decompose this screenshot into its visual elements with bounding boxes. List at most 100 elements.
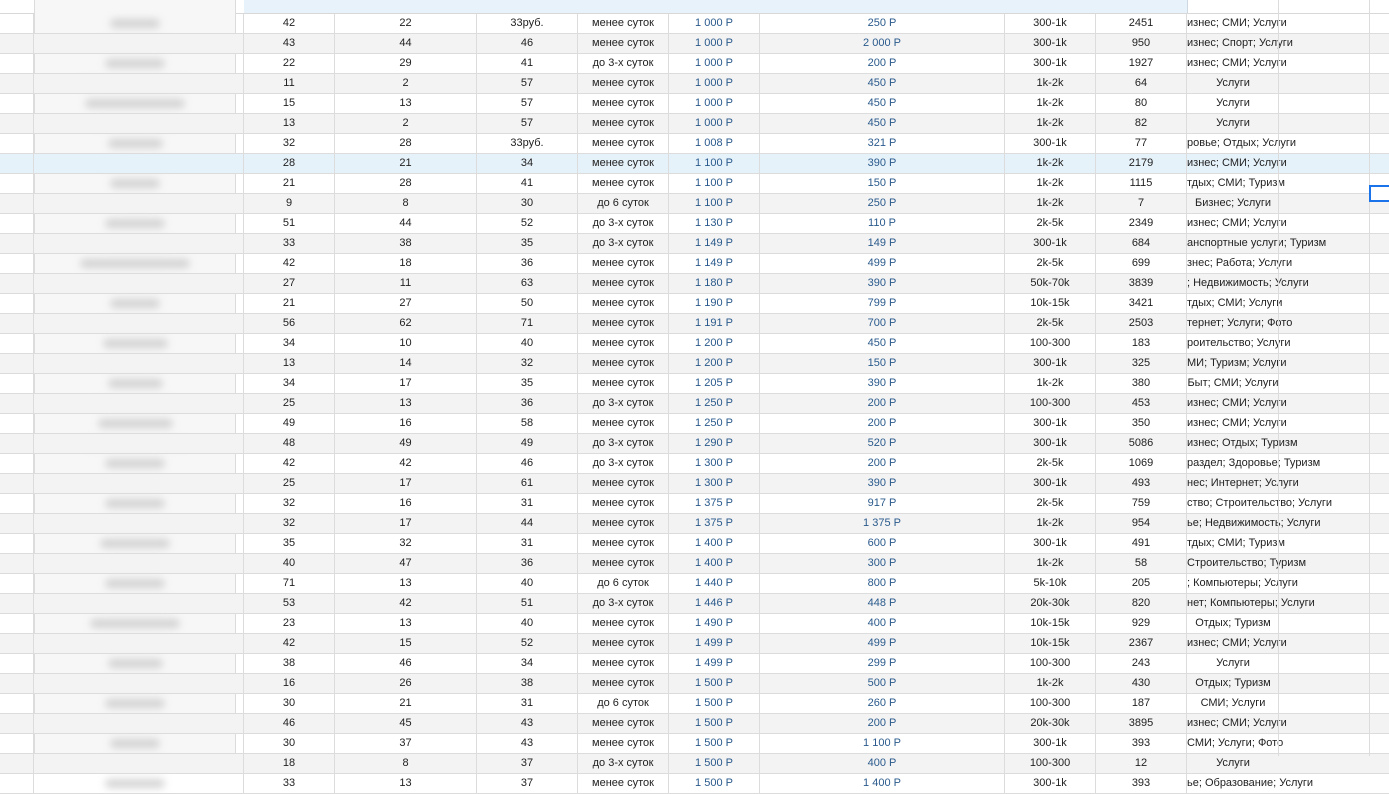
empty-cell[interactable] bbox=[1279, 194, 1369, 213]
cell-c[interactable]: 38 bbox=[477, 674, 578, 693]
cell-d[interactable]: менее суток bbox=[578, 94, 669, 113]
cell-reach[interactable]: 10k-15k bbox=[1005, 614, 1096, 633]
cell-c[interactable]: 36 bbox=[477, 394, 578, 413]
table-row[interactable]: 25 13 36 до 3-х суток 1 250 Р 200 Р 100-300 453… bbox=[0, 394, 1389, 414]
cell-a[interactable]: 11 bbox=[244, 74, 335, 93]
cell-c[interactable]: 40 bbox=[477, 574, 578, 593]
cell-cats[interactable]: СМИ; Услуги; Фото bbox=[1187, 734, 1283, 753]
cell-b[interactable]: 17 bbox=[335, 474, 477, 493]
header-cell[interactable] bbox=[244, 0, 336, 13]
cell-price[interactable]: 1 191 Р bbox=[669, 314, 760, 333]
cell-reach[interactable]: 100-300 bbox=[1005, 754, 1096, 773]
cell-reach[interactable]: 300-1k bbox=[1005, 414, 1096, 433]
cell-reach[interactable]: 1k-2k bbox=[1005, 154, 1096, 173]
table-row[interactable]: 32 17 44 менее суток 1 375 Р1 375 Р 1k-2k 954 ь… bbox=[0, 514, 1389, 534]
cell-cats[interactable]: Услуги bbox=[1187, 74, 1279, 93]
cell-price[interactable]: 1 250 Р bbox=[669, 394, 760, 413]
cell-a[interactable]: 33 bbox=[244, 234, 335, 253]
cell-reach[interactable]: 1k-2k bbox=[1005, 94, 1096, 113]
cell-min[interactable]: 450 Р bbox=[760, 94, 1005, 113]
empty-cell[interactable] bbox=[1279, 654, 1369, 673]
cell-count[interactable]: 2179 bbox=[1096, 154, 1187, 173]
cell-cats[interactable]: Услуги bbox=[1187, 94, 1279, 113]
cell-min[interactable]: 600 Р bbox=[760, 534, 1005, 553]
cell-min[interactable]: 1 400 Р bbox=[760, 774, 1005, 793]
cell-reach[interactable]: 300-1k bbox=[1005, 474, 1096, 493]
table-row[interactable]: 42 18 36 менее суток 1 149 Р 499 Р 2k-5k 699 зне… bbox=[0, 254, 1389, 274]
cell-reach[interactable]: 2k-5k bbox=[1005, 314, 1096, 333]
cell-price[interactable]: 1 000 Р bbox=[669, 14, 760, 33]
cell-c[interactable]: 40 bbox=[477, 614, 578, 633]
cell-b[interactable]: 18 bbox=[335, 254, 477, 273]
cell-c[interactable]: 36 bbox=[477, 254, 578, 273]
cell-count[interactable]: 350 bbox=[1096, 414, 1187, 433]
row-gutter-cell[interactable] bbox=[0, 754, 34, 773]
cell-count[interactable]: 77 bbox=[1096, 134, 1187, 153]
cell-cats[interactable]: изнес; СМИ; Услуги bbox=[1187, 14, 1287, 33]
table-row[interactable]: 22 29 41 до 3-х суток 1 000 Р 200 Р 300-1k 1927… bbox=[0, 54, 1389, 74]
cell-c[interactable]: 43 bbox=[477, 714, 578, 733]
cell-reach[interactable]: 2k-5k bbox=[1005, 454, 1096, 473]
row-gutter-cell[interactable] bbox=[0, 254, 34, 273]
cell-d[interactable]: менее суток bbox=[578, 534, 669, 553]
header-cell[interactable] bbox=[477, 0, 579, 13]
cell-b[interactable]: 32 bbox=[335, 534, 477, 553]
cell-reach[interactable]: 10k-15k bbox=[1005, 634, 1096, 653]
cell-cats[interactable]: Быт; СМИ; Услуги bbox=[1187, 374, 1279, 393]
row-gutter-cell[interactable] bbox=[0, 654, 34, 673]
cell-min[interactable]: 500 Р bbox=[760, 674, 1005, 693]
cell-a[interactable]: 27 bbox=[244, 274, 335, 293]
empty-cell[interactable] bbox=[1279, 34, 1369, 53]
cell-reach[interactable]: 300-1k bbox=[1005, 14, 1096, 33]
cell-d[interactable]: менее суток bbox=[578, 34, 669, 53]
cell-count[interactable]: 187 bbox=[1096, 694, 1187, 713]
empty-cell[interactable] bbox=[1279, 714, 1369, 733]
table-row[interactable]: 18 8 37 до 3-х суток 1 500 Р 400 Р 100-300 12 Ус… bbox=[0, 754, 1389, 774]
cell-b[interactable]: 15 bbox=[335, 634, 477, 653]
cell-d[interactable]: менее суток bbox=[578, 334, 669, 353]
cell-cats[interactable]: изнес; Спорт; Услуги bbox=[1187, 34, 1293, 53]
cell-b[interactable]: 42 bbox=[335, 594, 477, 613]
table-row[interactable]: 21 27 50 менее суток 1 190 Р 799 Р 10k-15k 3421… bbox=[0, 294, 1389, 314]
table-row[interactable]: 28 21 34 менее суток 1 100 Р 390 Р 1k-2k 2179 из… bbox=[0, 154, 1389, 174]
cell-b[interactable]: 44 bbox=[335, 214, 477, 233]
cell-price[interactable]: 1 440 Р bbox=[669, 574, 760, 593]
cell-a[interactable]: 25 bbox=[244, 394, 335, 413]
row-gutter-cell[interactable] bbox=[0, 174, 34, 193]
table-row[interactable]: 13 14 32 менее суток 1 200 Р 150 Р 300-1k 325 МИ… bbox=[0, 354, 1389, 374]
active-cell-cursor[interactable] bbox=[1369, 185, 1389, 202]
empty-cell[interactable] bbox=[1279, 334, 1369, 353]
cell-min[interactable]: 1 100 Р bbox=[760, 734, 1005, 753]
cell-b[interactable]: 13 bbox=[335, 574, 477, 593]
cell-min[interactable]: 917 Р bbox=[760, 494, 1005, 513]
cell-c[interactable]: 31 bbox=[477, 494, 578, 513]
cell-count[interactable]: 58 bbox=[1096, 554, 1187, 573]
cell-b[interactable]: 16 bbox=[335, 494, 477, 513]
cell-count[interactable]: 3839 bbox=[1096, 274, 1187, 293]
row-gutter-cell[interactable] bbox=[0, 494, 34, 513]
cell-price[interactable]: 1 000 Р bbox=[669, 34, 760, 53]
cell-cats[interactable]: тдых; СМИ; Услуги bbox=[1187, 294, 1282, 313]
cell-count[interactable]: 64 bbox=[1096, 74, 1187, 93]
cell-reach[interactable]: 300-1k bbox=[1005, 534, 1096, 553]
cell-min[interactable]: 390 Р bbox=[760, 374, 1005, 393]
cell-reach[interactable]: 300-1k bbox=[1005, 434, 1096, 453]
cell-b[interactable]: 16 bbox=[335, 414, 477, 433]
cell-b[interactable]: 14 bbox=[335, 354, 477, 373]
cell-price[interactable]: 1 149 Р bbox=[669, 254, 760, 273]
row-gutter-cell[interactable] bbox=[0, 294, 34, 313]
empty-cell[interactable] bbox=[1279, 454, 1369, 473]
cell-cats[interactable]: анспортные услуги; Туризм bbox=[1187, 234, 1326, 253]
empty-cell[interactable] bbox=[1279, 174, 1369, 193]
table-row[interactable]: 33 13 37 менее суток 1 500 Р1 400 Р 300-1k 393… bbox=[0, 774, 1389, 794]
cell-cats[interactable]: ье; Образование; Услуги bbox=[1187, 774, 1313, 793]
empty-cell[interactable] bbox=[1279, 154, 1369, 173]
row-gutter-cell[interactable] bbox=[0, 394, 34, 413]
cell-count[interactable]: 7 bbox=[1096, 194, 1187, 213]
cell-d[interactable]: до 6 суток bbox=[578, 694, 669, 713]
cell-price[interactable]: 1 149 Р bbox=[669, 234, 760, 253]
cell-c[interactable]: 50 bbox=[477, 294, 578, 313]
empty-cell[interactable] bbox=[1279, 254, 1369, 273]
cell-reach[interactable]: 1k-2k bbox=[1005, 74, 1096, 93]
cell-b[interactable]: 44 bbox=[335, 34, 477, 53]
